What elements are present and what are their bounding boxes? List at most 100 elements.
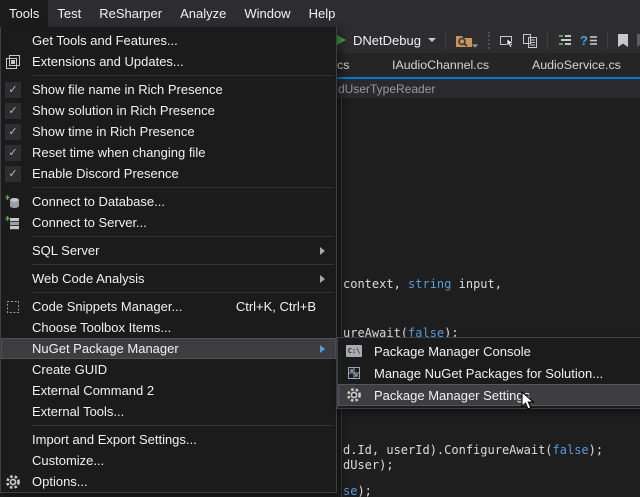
menu-item-get-tools-and-features[interactable]: Get Tools and Features... — [1, 30, 336, 51]
menu-separator — [1, 289, 336, 296]
menu-item-label: External Tools... — [32, 404, 328, 419]
menu-item-label: External Command 2 — [32, 383, 328, 398]
menu-item-sql-server[interactable]: SQL Server — [1, 240, 336, 261]
run-icon[interactable] — [337, 35, 346, 45]
menu-item-external-tools[interactable]: External Tools... — [1, 401, 336, 422]
menu-separator — [1, 184, 336, 191]
toolbar-separator — [445, 32, 446, 49]
menu-item-label: Get Tools and Features... — [32, 33, 328, 48]
checkmark-icon: ✓ — [1, 82, 32, 98]
menu-item-label: Create GUID — [32, 362, 328, 377]
menu-item-label: Import and Export Settings... — [32, 432, 328, 447]
tab-audioservice-cs[interactable]: AudioService.cs — [532, 53, 621, 77]
submenu-arrow-icon — [320, 275, 325, 283]
breadcrumb[interactable]: dUserTypeReader — [338, 79, 435, 98]
menu-item-web-code-analysis[interactable]: Web Code Analysis — [1, 268, 336, 289]
menu-item-label: Connect to Database... — [32, 194, 328, 209]
select-element-icon[interactable] — [499, 33, 515, 48]
menu-item-label: Show solution in Rich Presence — [32, 103, 328, 118]
submenu-item-label: Package Manager Console — [374, 344, 531, 359]
console-icon: C:\ — [343, 345, 365, 357]
menu-separator — [1, 422, 336, 429]
menu-item-shortcut: Ctrl+K, Ctrl+B — [236, 299, 316, 314]
connect-server-icon — [1, 215, 32, 231]
menubar-item-test[interactable]: Test — [48, 0, 90, 27]
menu-item-label: Web Code Analysis — [32, 271, 320, 286]
submenu-item-label: Package Manager Settings — [374, 388, 530, 403]
menu-item-choose-toolbox-items[interactable]: Choose Toolbox Items... — [1, 317, 336, 338]
help-lines-icon[interactable]: ? — [580, 33, 598, 47]
run-config-dropdown-icon[interactable] — [428, 38, 436, 42]
svg-text:?: ? — [580, 33, 588, 47]
menu-item-reset-time-when-changing-file[interactable]: ✓Reset time when changing file — [1, 142, 336, 163]
nuget-submenu: C:\ Package Manager Console Manage NuGet P… — [337, 337, 640, 409]
bookmark-icon[interactable] — [617, 34, 629, 47]
menu-bar: ToolsTestReSharperAnalyzeWindowHelp — [0, 0, 640, 27]
tab-iaudiochannel-cs[interactable]: IAudioChannel.cs — [392, 53, 489, 77]
menu-item-label: Show time in Rich Presence — [32, 124, 328, 139]
menu-item-label: Show file name in Rich Presence — [32, 82, 328, 97]
checkmark-icon: ✓ — [1, 103, 32, 119]
snippets-icon — [1, 299, 32, 315]
menu-item-enable-discord-presence[interactable]: ✓Enable Discord Presence — [1, 163, 336, 184]
submenu-arrow-icon — [320, 247, 325, 255]
tools-menu: Get Tools and Features... Extensions and … — [0, 27, 337, 493]
menubar-item-resharper[interactable]: ReSharper — [90, 0, 171, 27]
menu-item-label: Customize... — [32, 453, 328, 468]
menu-item-label: Extensions and Updates... — [32, 54, 328, 69]
menu-item-label: Code Snippets Manager... — [32, 299, 236, 314]
submenu-arrow-icon — [320, 345, 325, 353]
gear-icon — [343, 387, 365, 403]
toolbar-grip[interactable] — [488, 32, 490, 49]
extensions-icon — [1, 54, 32, 70]
submenu-item-package-manager-settings[interactable]: Package Manager Settings — [338, 384, 640, 406]
mouse-cursor — [521, 391, 536, 412]
checkmark-icon: ✓ — [1, 166, 32, 182]
menubar-item-tools[interactable]: Tools — [0, 0, 48, 27]
code-line: se); — [343, 484, 372, 497]
code-line: context, string input, — [343, 277, 502, 291]
menubar-item-help[interactable]: Help — [300, 0, 345, 27]
find-dropdown-icon[interactable] — [472, 44, 478, 47]
code-line: d.Id, userId).ConfigureAwait(false); — [343, 443, 603, 457]
menu-item-show-time-in-rich-presence[interactable]: ✓Show time in Rich Presence — [1, 121, 336, 142]
menu-separator — [1, 233, 336, 240]
submenu-item-manage-nuget-packages-for-solution[interactable]: Manage NuGet Packages for Solution... — [338, 362, 640, 384]
run-config-label[interactable]: DNetDebug — [353, 33, 421, 48]
code-line: dUser); — [343, 458, 394, 472]
menu-separator — [1, 261, 336, 268]
menu-item-show-file-name-in-rich-presence[interactable]: ✓Show file name in Rich Presence — [1, 79, 336, 100]
toolbar-separator — [547, 32, 548, 49]
menu-item-code-snippets-manager[interactable]: Code Snippets Manager...Ctrl+K, Ctrl+B — [1, 296, 336, 317]
menu-item-label: Options... — [32, 474, 328, 489]
menu-item-label: Connect to Server... — [32, 215, 328, 230]
menu-item-customize[interactable]: Customize... — [1, 450, 336, 471]
submenu-item-label: Manage NuGet Packages for Solution... — [374, 366, 603, 381]
menu-item-extensions-and-updates[interactable]: Extensions and Updates... — [1, 51, 336, 72]
menu-item-import-and-export-settings[interactable]: Import and Export Settings... — [1, 429, 336, 450]
connect-database-icon — [1, 194, 32, 210]
bookmark-next-icon[interactable] — [636, 34, 640, 47]
find-in-files-icon[interactable] — [455, 32, 473, 48]
nuget-grid-icon — [343, 365, 365, 381]
indent-guide — [341, 98, 342, 497]
tab-cs[interactable]: cs — [337, 53, 349, 77]
menu-item-options[interactable]: Options... — [1, 471, 336, 492]
menu-item-connect-to-server[interactable]: Connect to Server... — [1, 212, 336, 233]
copy-structure-icon[interactable] — [522, 33, 538, 48]
menu-item-label: Reset time when changing file — [32, 145, 328, 160]
menu-item-label: Enable Discord Presence — [32, 166, 328, 181]
submenu-item-package-manager-console[interactable]: C:\ Package Manager Console — [338, 340, 640, 362]
menu-item-label: Choose Toolbox Items... — [32, 320, 328, 335]
menubar-item-window[interactable]: Window — [235, 0, 299, 27]
menubar-item-analyze[interactable]: Analyze — [171, 0, 235, 27]
menu-item-nuget-package-manager[interactable]: NuGet Package Manager — [1, 338, 336, 359]
menu-item-show-solution-in-rich-presence[interactable]: ✓Show solution in Rich Presence — [1, 100, 336, 121]
menu-item-create-guid[interactable]: Create GUID — [1, 359, 336, 380]
menu-item-external-command-2[interactable]: External Command 2 — [1, 380, 336, 401]
checkmark-icon: ✓ — [1, 124, 32, 140]
menu-item-label: NuGet Package Manager — [32, 341, 320, 356]
menu-item-connect-to-database[interactable]: Connect to Database... — [1, 191, 336, 212]
format-indent-icon[interactable] — [557, 33, 573, 47]
checkmark-icon: ✓ — [1, 145, 32, 161]
